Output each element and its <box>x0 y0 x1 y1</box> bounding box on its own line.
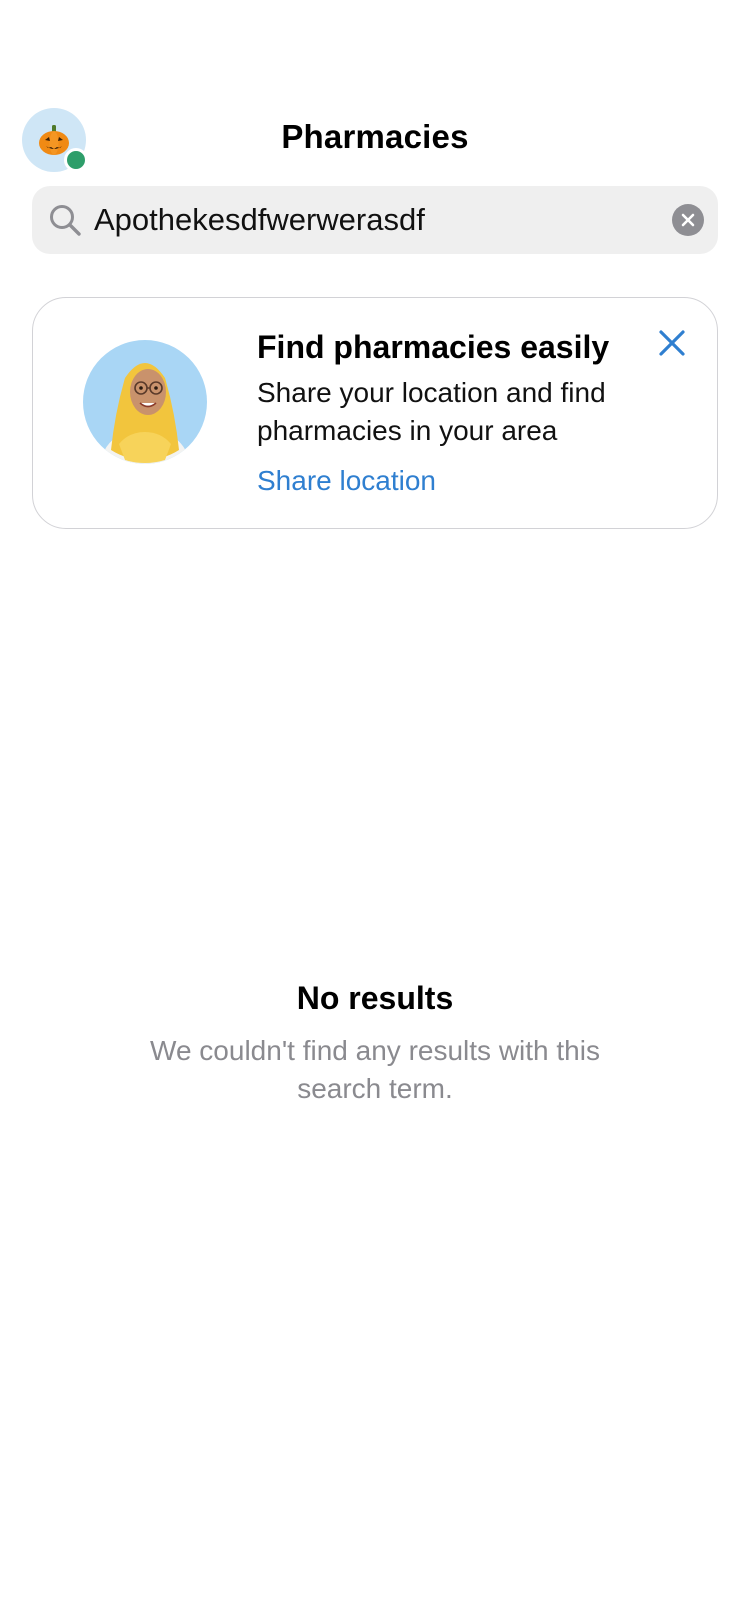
search-input[interactable] <box>94 190 672 250</box>
card-title: Find pharmacies easily <box>257 329 610 365</box>
empty-state-title: No results <box>296 980 454 1016</box>
empty-state: No results We couldn't find any results … <box>0 978 750 1108</box>
clear-icon <box>681 213 695 227</box>
header: Pharmacies <box>0 100 750 180</box>
search-bar[interactable] <box>32 186 718 254</box>
card-text: Find pharmacies easily Share your locati… <box>257 328 657 500</box>
page-title: Pharmacies <box>281 118 469 155</box>
share-location-link[interactable]: Share location <box>257 462 436 500</box>
close-card-button[interactable] <box>655 326 689 360</box>
empty-state-subtitle: We couldn't find any results with this s… <box>150 1035 600 1104</box>
clear-search-button[interactable] <box>672 204 704 236</box>
pharmacies-screen: Pharmacies Apothekesdfwerwerasdf Find ph… <box>0 0 750 1624</box>
card-description: Share your location and find pharmacies … <box>257 377 606 446</box>
search-icon <box>48 203 82 237</box>
share-location-card: Find pharmacies easily Share your locati… <box>32 297 718 529</box>
pharmacist-illustration <box>79 332 211 464</box>
close-icon <box>659 330 685 356</box>
